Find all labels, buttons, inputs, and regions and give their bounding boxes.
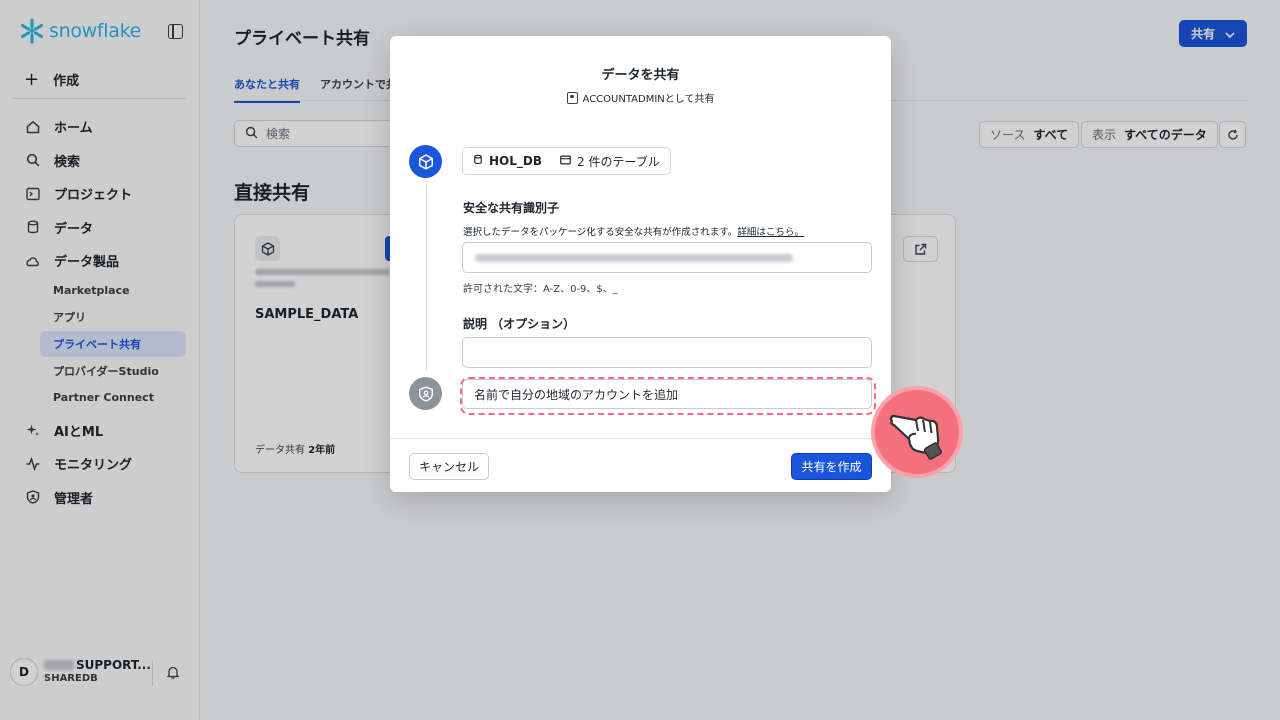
database-icon (473, 154, 483, 168)
identifier-label: 安全な共有識別子 (463, 201, 560, 215)
highlight-annotation (460, 377, 876, 415)
cancel-button[interactable]: キャンセル (409, 453, 489, 480)
learn-more-link[interactable]: 詳細はこちら。 (737, 227, 804, 238)
database-name: HOL_DB (489, 154, 542, 168)
pointing-hand-icon (871, 386, 963, 478)
share-data-dialog: データを共有 ACCOUNTADMINとして共有 HOL_DB 2 件のテーブル… (390, 36, 891, 492)
role-icon (566, 91, 578, 104)
description-input[interactable] (462, 337, 872, 368)
table-count: 2 件のテーブル (577, 154, 660, 169)
cube-icon (409, 145, 442, 178)
redacted-text (475, 254, 793, 262)
role-text: ACCOUNTADMINとして共有 (582, 94, 715, 105)
table-icon (560, 154, 571, 168)
dialog-subtitle: ACCOUNTADMINとして共有 (390, 90, 891, 105)
description-label: 説明 （オプション） (463, 317, 576, 331)
identifier-input[interactable] (462, 242, 872, 273)
create-share-button[interactable]: 共有を作成 (791, 453, 872, 480)
allowed-characters-hint: 許可された文字：A-Z、0-9、$、_ (463, 284, 618, 295)
identifier-help-text: 選択したデータをパッケージ化する安全な共有が作成されます。 (463, 227, 738, 238)
selected-objects-chip[interactable]: HOL_DB 2 件のテーブル (462, 147, 671, 175)
step-connector (426, 180, 427, 370)
identifier-help: 選択したデータをパッケージ化する安全な共有が作成されます。詳細はこちら。 (463, 224, 804, 238)
dialog-footer-divider (390, 438, 891, 439)
dialog-title: データを共有 (601, 68, 680, 83)
shield-icon (409, 377, 442, 410)
